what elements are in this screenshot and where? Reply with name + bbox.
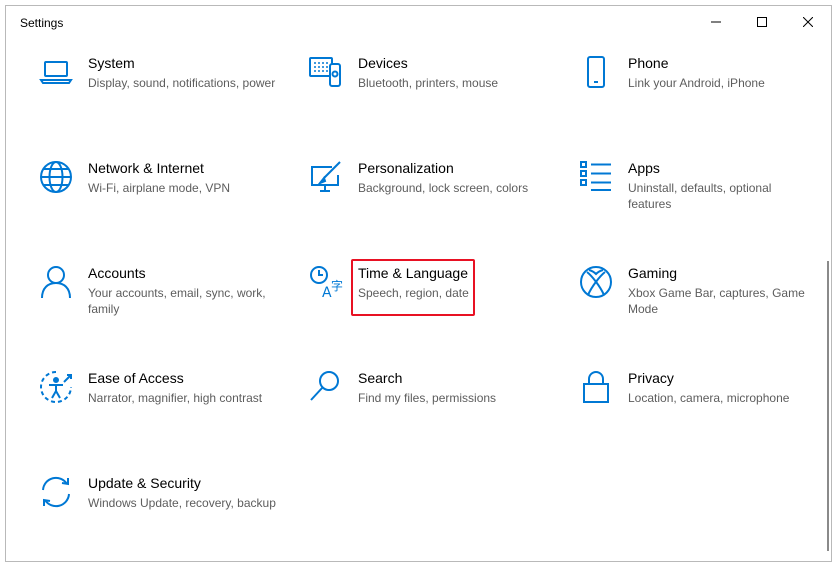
close-button[interactable]	[785, 6, 831, 38]
tile-system[interactable]: System Display, sound, notifications, po…	[38, 54, 278, 124]
tile-devices-desc: Bluetooth, printers, mouse	[358, 76, 499, 90]
ease-of-access-icon	[38, 369, 74, 405]
apps-list-icon	[578, 159, 614, 195]
tile-network-label: Network & Internet	[88, 160, 204, 176]
minimize-icon	[711, 21, 721, 23]
svg-text:字: 字	[331, 278, 343, 293]
close-icon	[803, 17, 813, 27]
tile-apps[interactable]: Apps Uninstall, defaults, optional featu…	[578, 159, 818, 229]
tile-personalization[interactable]: Personalization Background, lock screen,…	[308, 159, 548, 229]
tile-ease-of-access-desc: Narrator, magnifier, high contrast	[88, 391, 263, 405]
laptop-icon	[38, 54, 74, 90]
tile-privacy-label: Privacy	[628, 370, 674, 386]
person-icon	[38, 264, 74, 300]
tile-personalization-desc: Background, lock screen, colors	[358, 181, 529, 195]
sync-icon	[38, 474, 74, 510]
search-icon	[308, 369, 344, 405]
tile-search-desc: Find my files, permissions	[358, 391, 497, 405]
tile-privacy-desc: Location, camera, microphone	[628, 391, 790, 405]
tile-privacy[interactable]: Privacy Location, camera, microphone	[578, 369, 818, 439]
tile-network-desc: Wi-Fi, airplane mode, VPN	[88, 181, 231, 195]
settings-grid: System Display, sound, notifications, po…	[6, 38, 831, 561]
maximize-icon	[757, 17, 767, 27]
tile-gaming-desc: Xbox Game Bar, captures, Game Mode	[628, 286, 805, 316]
tile-gaming-label: Gaming	[628, 265, 678, 281]
tile-system-desc: Display, sound, notifications, power	[88, 76, 276, 90]
time-language-icon: A 字	[308, 264, 344, 300]
phone-icon	[578, 54, 614, 90]
tile-time-language-label: Time & Language	[358, 265, 468, 281]
tile-time-language-desc: Speech, region, date	[358, 286, 469, 300]
tile-devices-label: Devices	[358, 55, 408, 71]
tile-phone-label: Phone	[628, 55, 669, 71]
tile-search[interactable]: Search Find my files, permissions	[308, 369, 548, 439]
tile-accounts[interactable]: Accounts Your accounts, email, sync, wor…	[38, 264, 278, 334]
window-title: Settings	[20, 16, 64, 30]
globe-icon	[38, 159, 74, 195]
tile-accounts-desc: Your accounts, email, sync, work, family	[88, 286, 266, 316]
tile-update-security[interactable]: Update & Security Windows Update, recove…	[38, 474, 278, 544]
minimize-button[interactable]	[693, 6, 739, 38]
tile-phone-desc: Link your Android, iPhone	[628, 76, 765, 90]
tile-search-label: Search	[358, 370, 403, 386]
tile-devices[interactable]: Devices Bluetooth, printers, mouse	[308, 54, 548, 124]
devices-icon	[308, 54, 344, 90]
tile-system-label: System	[88, 55, 135, 71]
title-bar: Settings	[6, 6, 831, 38]
settings-window: Settings System Display, sound, notifica…	[5, 5, 832, 562]
tile-ease-of-access-label: Ease of Access	[88, 370, 184, 386]
tile-apps-desc: Uninstall, defaults, optional features	[628, 181, 772, 211]
maximize-button[interactable]	[739, 6, 785, 38]
lock-icon	[578, 369, 614, 405]
vertical-scrollbar[interactable]	[827, 261, 829, 551]
xbox-icon	[578, 264, 614, 300]
tile-personalization-label: Personalization	[358, 160, 454, 176]
tile-update-security-label: Update & Security	[88, 475, 201, 491]
tile-gaming[interactable]: Gaming Xbox Game Bar, captures, Game Mod…	[578, 264, 818, 334]
tile-phone[interactable]: Phone Link your Android, iPhone	[578, 54, 818, 124]
tile-apps-label: Apps	[628, 160, 660, 176]
paint-brush-icon	[308, 159, 344, 195]
tile-accounts-label: Accounts	[88, 265, 146, 281]
tile-ease-of-access[interactable]: Ease of Access Narrator, magnifier, high…	[38, 369, 278, 439]
tile-network-internet[interactable]: Network & Internet Wi-Fi, airplane mode,…	[38, 159, 278, 229]
tile-update-security-desc: Windows Update, recovery, backup	[88, 496, 276, 510]
tile-time-language[interactable]: A 字 Time & Language Speech, region, date	[308, 264, 548, 334]
